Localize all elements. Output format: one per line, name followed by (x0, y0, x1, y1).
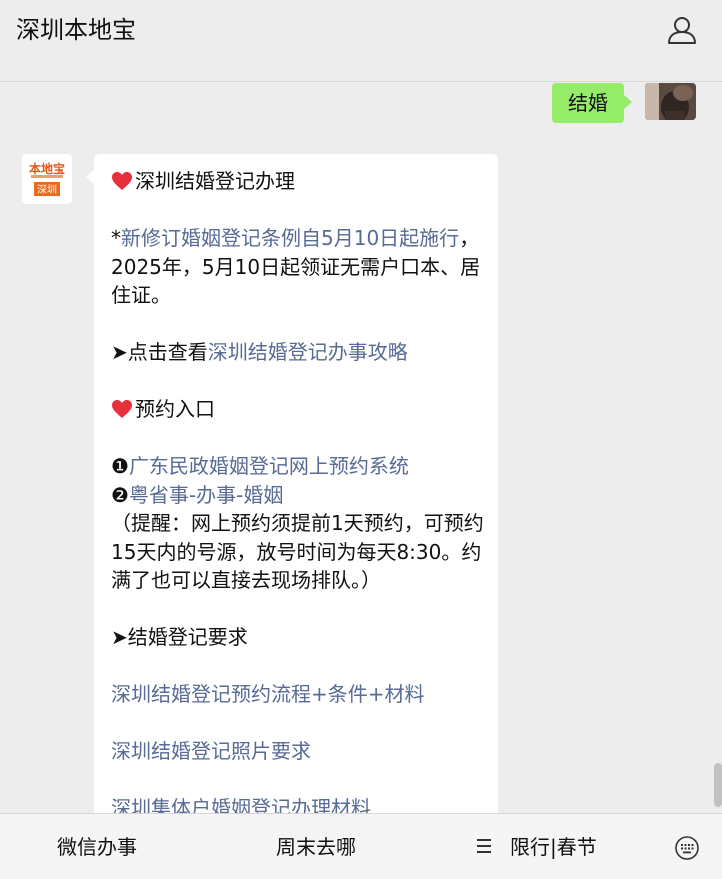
booking-title: 预约入口 (135, 397, 215, 421)
my-avatar[interactable] (645, 83, 696, 120)
number-2-icon: ❷ (111, 482, 129, 507)
menu-item-weekend[interactable]: 周末去哪 (276, 814, 356, 879)
submenu-list-icon (477, 839, 491, 853)
keyboard-icon[interactable] (675, 836, 699, 860)
booking-title-line: 预约入口 (111, 395, 484, 424)
req-link-process[interactable]: 深圳结婚登记预约流程+条件+材料 (111, 680, 484, 709)
yueshengshi-link[interactable]: 粤省事-办事-婚姻 (129, 483, 283, 507)
heart-icon (112, 172, 132, 190)
heart-icon (112, 400, 132, 418)
guide-prefix: ➤点击查看 (111, 340, 208, 364)
guide-link[interactable]: 深圳结婚登记办事攻略 (208, 340, 408, 364)
menu-item-traffic-holiday[interactable]: 限行|春节 (510, 814, 597, 879)
bottom-menu-bar: 微信办事 周末去哪 限行|春节 (0, 813, 722, 879)
req-link-collective[interactable]: 深圳集体户婚姻登记办理材料 (111, 794, 484, 813)
my-message-bubble[interactable]: 结婚 (552, 83, 632, 123)
scrollbar-thumb[interactable] (714, 763, 722, 807)
chat-header: 深圳本地宝 (0, 0, 722, 82)
booking-item-1: ❶广东民政婚姻登记网上预约系统 (111, 452, 484, 481)
profile-icon[interactable] (666, 14, 698, 46)
avatar-logo-text: 本地宝 (29, 161, 65, 176)
bendibao-avatar[interactable]: 本地宝 深圳 (22, 154, 72, 204)
notice-paragraph: *新修订婚姻登记条例自5月10日起施行，2025年，5月10日起领证无需户口本、… (111, 224, 484, 310)
number-1-icon: ❶ (111, 454, 129, 478)
reminder-text: （提醒：网上预约须提前1天预约，可预约15天内的号源，放号时间为每天8:30。约… (111, 511, 484, 592)
chat-title: 深圳本地宝 (16, 16, 136, 44)
message-list[interactable]: 结婚 本地宝 深圳 深圳结婚登记办理 *新修订婚姻登记条例自5月10日起施行，2… (0, 83, 722, 813)
my-message-text: 结婚 (568, 91, 608, 115)
gd-booking-link[interactable]: 广东民政婚姻登记网上预约系统 (129, 454, 409, 478)
guide-line: ➤点击查看深圳结婚登记办事攻略 (111, 338, 484, 367)
booking-item-2: ❷粤省事-办事-婚姻 (111, 481, 484, 510)
req-link-photo[interactable]: 深圳结婚登记照片要求 (111, 737, 484, 766)
bot-message-bubble: 深圳结婚登记办理 *新修订婚姻登记条例自5月10日起施行，2025年，5月10日… (86, 154, 498, 813)
notice-star: * (111, 226, 121, 250)
menu-item-wechat-service[interactable]: 微信办事 (57, 814, 137, 879)
regulation-link[interactable]: 新修订婚姻登记条例自5月10日起施行 (121, 226, 459, 250)
title-line: 深圳结婚登记办理 (111, 167, 484, 196)
title-text: 深圳结婚登记办理 (135, 169, 295, 193)
avatar-city-text: 深圳 (37, 184, 57, 196)
requirements-title: ➤结婚登记要求 (111, 625, 248, 649)
